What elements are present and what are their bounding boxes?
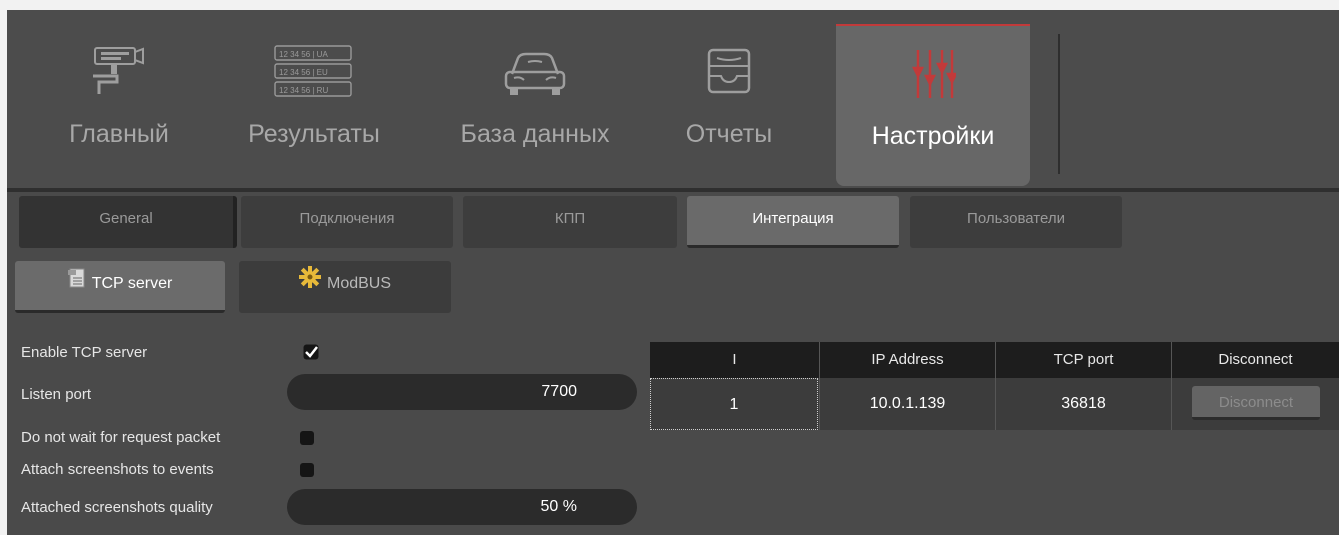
nav-database[interactable]: База данных (435, 24, 635, 184)
listen-port-label: Listen port (21, 386, 92, 403)
tab-integration[interactable]: Интеграция (687, 196, 899, 248)
nav-settings-label: Настройки (871, 122, 995, 150)
disconnect-button[interactable]: Disconnect (1192, 386, 1320, 420)
license-plates-icon: 12 34 56 | UA 12 34 56 | EU 12 34 56 | R… (269, 44, 359, 105)
nav-main-label: Главный (69, 120, 169, 148)
tab-general[interactable]: General (19, 196, 237, 248)
nav-results[interactable]: 12 34 56 | UA 12 34 56 | EU 12 34 56 | R… (229, 24, 399, 184)
nav-reports-label: Отчеты (685, 120, 773, 148)
nav-main[interactable]: Главный (19, 24, 219, 184)
car-icon (500, 46, 570, 103)
attach-screenshots-label: Attach screenshots to events (21, 461, 214, 478)
plate-text: 12 34 56 | UA (279, 50, 328, 59)
nav-settings[interactable]: Настройки (836, 24, 1030, 186)
cell-port[interactable]: 36818 (996, 378, 1171, 430)
tab-users[interactable]: Пользователи (910, 196, 1122, 248)
camera-icon (87, 46, 151, 101)
top-toolbar: Главный 12 34 56 | UA 12 34 56 | EU 12 3… (7, 10, 1339, 188)
plate-text: 12 34 56 | RU (279, 86, 328, 95)
col-header-ip[interactable]: IP Address (820, 342, 995, 378)
listen-port-input[interactable]: 7700 (287, 374, 637, 410)
col-header-index[interactable]: I (650, 342, 819, 378)
nav-database-label: База данных (460, 120, 610, 148)
checkmark-icon (303, 344, 319, 360)
sliders-icon (910, 48, 959, 105)
no-wait-label: Do not wait for request packet (21, 429, 221, 446)
nav-results-label: Результаты (248, 120, 380, 148)
enable-tcp-label: Enable TCP server (21, 344, 148, 361)
subtab-modbus[interactable]: ModBUS (239, 261, 451, 313)
col-header-disconnect[interactable]: Disconnect (1172, 342, 1339, 378)
quality-input[interactable]: 50 % (287, 489, 637, 525)
col-header-port[interactable]: TCP port (996, 342, 1171, 378)
plate-text: 12 34 56 | EU (279, 68, 328, 77)
app-window: Главный 12 34 56 | UA 12 34 56 | EU 12 3… (7, 10, 1339, 535)
tab-checkpoints[interactable]: КПП (463, 196, 677, 248)
column-divider (995, 342, 996, 430)
enable-tcp-checkbox[interactable] (303, 344, 319, 360)
subtab-tcp-server[interactable]: TCP server (15, 261, 225, 313)
subtab-tcp-server-label: TCP server (91, 275, 173, 293)
document-icon (67, 261, 86, 307)
attach-screenshots-checkbox[interactable] (300, 463, 314, 477)
quality-label: Attached screenshots quality (21, 499, 213, 516)
no-wait-checkbox[interactable] (300, 431, 314, 445)
cell-ip[interactable]: 10.0.1.139 (820, 378, 995, 430)
cell-index[interactable]: 1 (650, 378, 818, 430)
column-divider (819, 342, 820, 430)
nav-reports[interactable]: Отчеты (659, 24, 799, 184)
gear-icon (298, 261, 321, 307)
subtab-modbus-label: ModBUS (326, 275, 392, 293)
toolbar-divider (1058, 34, 1060, 174)
tab-connections[interactable]: Подключения (241, 196, 453, 248)
column-divider (1171, 342, 1172, 430)
inbox-tray-icon (703, 46, 755, 103)
toolbar-separator (7, 188, 1339, 192)
